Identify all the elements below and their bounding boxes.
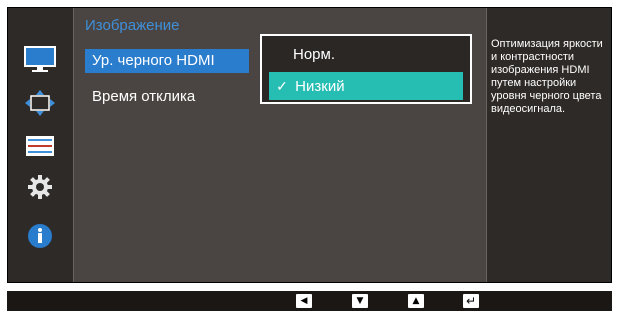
option-label: Низкий	[295, 78, 345, 95]
help-panel: Оптимизация яркости и контрастности изоб…	[487, 8, 611, 282]
up-key-icon[interactable]: ▲	[408, 294, 424, 308]
position-arrows-icon[interactable]	[24, 89, 56, 117]
enter-key-icon[interactable]: ↵	[463, 294, 479, 308]
monitor-icon[interactable]	[24, 46, 56, 74]
navigation-bar: ◀ ▼ ▲ ↵	[7, 291, 612, 311]
down-key-icon[interactable]: ▼	[352, 294, 368, 308]
category-icon-column	[8, 8, 73, 282]
info-icon[interactable]	[24, 222, 56, 250]
submenu-options: Норм. ✓ Низкий	[260, 34, 472, 104]
option-normal[interactable]: Норм.	[269, 41, 463, 69]
osd-window: Изображение Ур. черного HDMI Время откли…	[7, 7, 612, 283]
option-low[interactable]: ✓ Низкий	[269, 72, 463, 100]
option-label: Норм.	[293, 46, 335, 63]
check-icon: ✓	[276, 78, 288, 94]
menu-item-response-time[interactable]: Время отклика	[85, 85, 249, 109]
left-key-icon[interactable]: ◀	[296, 294, 312, 308]
main-menu-panel: Изображение Ур. черного HDMI Время откли…	[73, 8, 487, 282]
help-text: Оптимизация яркости и контрастности изоб…	[491, 38, 603, 115]
menu-item-label: Время отклика	[92, 88, 196, 105]
menu-item-label: Ур. черного HDMI	[92, 52, 215, 69]
gear-icon[interactable]	[24, 173, 56, 201]
settings-bar-icon[interactable]	[24, 132, 56, 160]
section-title: Изображение	[85, 17, 180, 34]
menu-item-hdmi-black-level[interactable]: Ур. черного HDMI	[85, 49, 249, 73]
